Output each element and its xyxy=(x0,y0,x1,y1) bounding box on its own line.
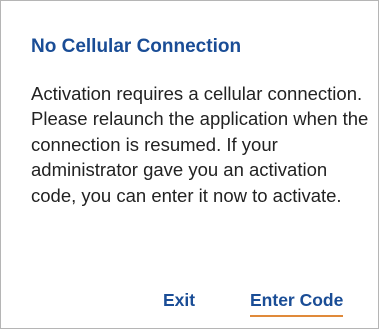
dialog-message: Activation requires a cellular connectio… xyxy=(31,83,369,206)
exit-button[interactable]: Exit xyxy=(163,288,195,312)
dialog-actions: Exit Enter Code xyxy=(1,288,380,318)
enter-code-button[interactable]: Enter Code xyxy=(250,288,344,317)
dialog-title: No Cellular Connection xyxy=(31,36,242,57)
no-connection-dialog: No Cellular Connection Activation requir… xyxy=(0,0,379,329)
